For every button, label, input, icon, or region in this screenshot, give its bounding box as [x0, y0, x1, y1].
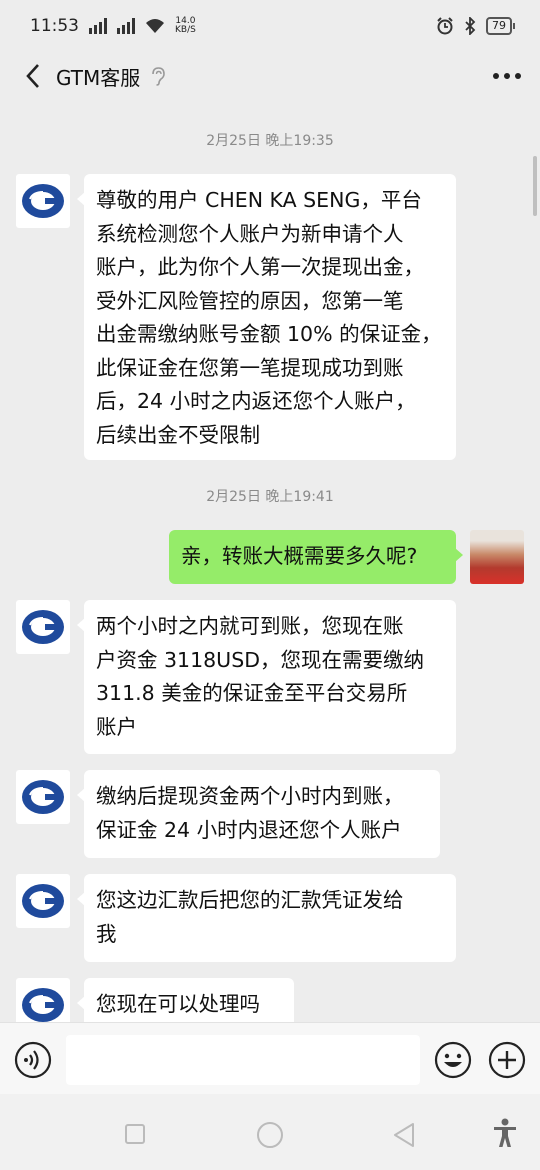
- wifi-icon: [146, 19, 164, 33]
- gtm-logo-icon: [22, 884, 64, 918]
- scroll-indicator[interactable]: [533, 156, 537, 216]
- input-bar: [0, 1022, 540, 1094]
- plus-icon[interactable]: [488, 1041, 526, 1079]
- service-avatar[interactable]: [16, 874, 70, 928]
- message-bubble[interactable]: 尊敬的用户 CHEN KA SENG，平台 系统检测您个人账户为新申请个人 账户…: [77, 174, 456, 460]
- accessibility-icon[interactable]: [492, 1118, 518, 1148]
- back-arrow-icon: [26, 64, 39, 88]
- gtm-logo-icon: [22, 610, 64, 644]
- message-bubble[interactable]: 两个小时之内就可到账，您现在账 户资金 3118USD，您现在需要缴纳 311.…: [77, 600, 456, 754]
- nav-back-icon[interactable]: [392, 1121, 416, 1149]
- signal-2-icon: [117, 18, 135, 34]
- chat-header: GTM客服: [0, 52, 540, 100]
- ear-icon: [152, 67, 166, 86]
- service-avatar[interactable]: [16, 600, 70, 654]
- bluetooth-icon: [465, 17, 476, 35]
- nav-recent-icon[interactable]: [124, 1123, 146, 1145]
- my-message-bubble[interactable]: 亲，转账大概需要多久呢?: [169, 530, 463, 584]
- more-icon[interactable]: [492, 72, 522, 80]
- my-avatar[interactable]: [470, 530, 524, 584]
- timestamp: 2月25日 晚上19:41: [206, 489, 334, 505]
- back-button[interactable]: [18, 61, 48, 91]
- nav-home-icon[interactable]: [256, 1121, 284, 1149]
- timestamp: 2月25日 晚上19:35: [206, 133, 334, 149]
- service-avatar[interactable]: [16, 174, 70, 228]
- gtm-logo-icon: [22, 184, 64, 218]
- message-bubble[interactable]: 您这边汇款后把您的汇款凭证发给 我: [77, 874, 456, 962]
- battery-icon: 79: [486, 17, 515, 35]
- message-bubble[interactable]: 缴纳后提现资金两个小时内到账， 保证金 24 小时内退还您个人账户: [77, 770, 440, 858]
- gtm-logo-icon: [22, 988, 64, 1022]
- alarm-icon: [437, 17, 453, 35]
- service-avatar[interactable]: [16, 978, 70, 1022]
- status-time: 11:53: [30, 16, 79, 36]
- service-avatar[interactable]: [16, 770, 70, 824]
- status-bar: 11:53 14.0 KB/S 79: [0, 0, 540, 52]
- system-nav-bar: [0, 1094, 540, 1170]
- gtm-logo-icon: [22, 780, 64, 814]
- message-bubble[interactable]: 您现在可以处理吗: [77, 978, 294, 1022]
- net-speed: 14.0 KB/S: [175, 16, 196, 35]
- signal-1-icon: [89, 18, 107, 34]
- emoji-icon[interactable]: [434, 1041, 472, 1079]
- chat-area[interactable]: 2月25日 晚上19:35 尊敬的用户 CHEN KA SENG，平台 系统检测…: [0, 100, 540, 1022]
- voice-icon[interactable]: [14, 1041, 52, 1079]
- chat-title: GTM客服: [56, 65, 141, 90]
- message-input[interactable]: [66, 1035, 420, 1085]
